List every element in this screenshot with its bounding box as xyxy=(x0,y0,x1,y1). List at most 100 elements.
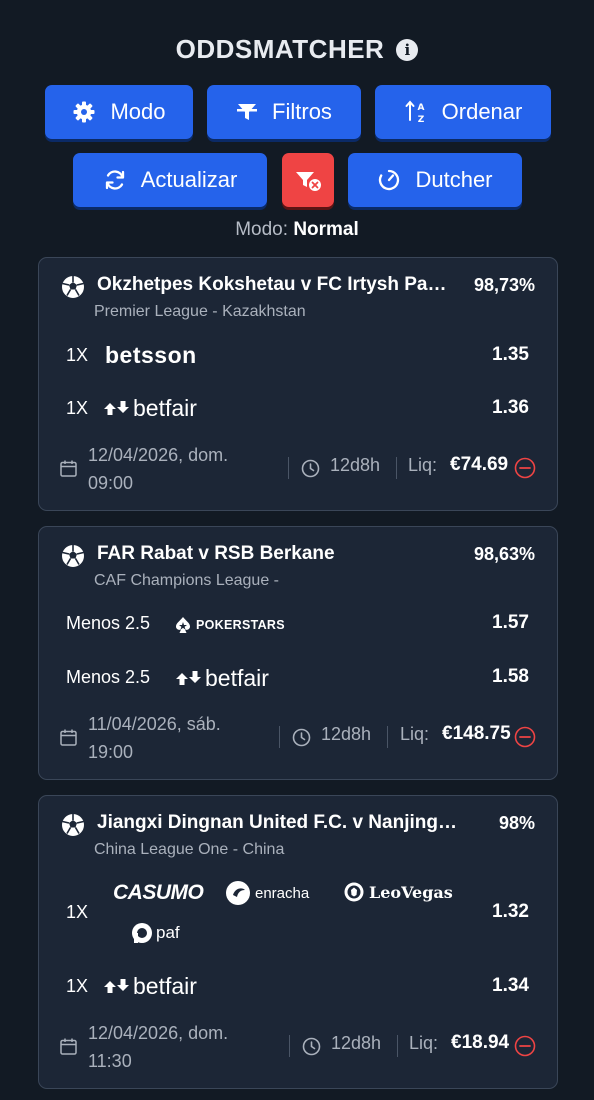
clock-icon xyxy=(302,1037,321,1056)
match-footer: 12/04/2026, dom. 11:30 12d8h Liq: €18.94 xyxy=(39,1019,559,1075)
divider xyxy=(288,457,289,479)
divider xyxy=(289,1035,290,1057)
calendar-icon xyxy=(60,1038,77,1055)
match-percentage: 98,63% xyxy=(473,544,535,564)
bookmaker-name: enracha xyxy=(255,884,310,902)
bet-label: 1X xyxy=(66,398,89,418)
dutcher-button-label: Dutcher xyxy=(415,167,493,192)
match-percentage: 98,73% xyxy=(473,275,535,295)
liquidity-label: Liq: xyxy=(400,724,430,744)
bet-label: 1X xyxy=(66,902,89,922)
modo-button[interactable]: Modo xyxy=(45,85,193,139)
bookmaker-name: paf xyxy=(156,923,180,942)
filter-icon xyxy=(237,104,258,120)
divider xyxy=(396,457,397,479)
bookmaker-name: betfair xyxy=(133,973,197,999)
match-card[interactable]: FAR Rabat v RSB Berkane 98,63% CAF Champ… xyxy=(38,526,558,780)
bookmaker-logo-betfair: betfair xyxy=(103,395,197,422)
time-remaining: 12d8h xyxy=(330,455,381,475)
league-name: China League One - China xyxy=(94,841,285,858)
match-date-time: 19:00 xyxy=(88,742,134,762)
bookmaker-logo-paf: paf xyxy=(131,922,180,944)
liquidity-value: €74.69 xyxy=(450,454,509,475)
calendar-icon xyxy=(60,729,77,746)
bet-label: Menos 2.5 xyxy=(66,613,151,633)
bookmaker-logo-leovegas: LeoVegas xyxy=(344,882,453,902)
modo-button-label: Modo xyxy=(110,99,166,124)
match-date-day: 11/04/2026, sáb. xyxy=(88,714,221,734)
dutcher-button[interactable]: Dutcher xyxy=(348,153,522,207)
filtros-button[interactable]: Filtros xyxy=(207,85,361,139)
ordenar-button[interactable]: A Z Ordenar xyxy=(375,85,551,139)
filter-clear-icon xyxy=(296,172,321,191)
bookmaker-name: POKERSTARS xyxy=(196,618,285,632)
refresh-icon xyxy=(105,170,124,190)
bet-odds: 1.58 xyxy=(492,666,529,687)
remove-icon[interactable] xyxy=(514,1035,536,1057)
remove-icon[interactable] xyxy=(514,726,536,748)
pokerstars-spade-icon xyxy=(176,617,190,633)
leovegas-lion-icon xyxy=(344,882,364,902)
remove-icon[interactable] xyxy=(514,457,536,479)
info-icon[interactable]: i xyxy=(396,38,419,61)
betfair-arrows-icon xyxy=(104,400,129,415)
svg-text:A: A xyxy=(417,103,424,113)
match-date: 11/04/2026, sáb. 19:00 xyxy=(88,710,221,766)
match-date-day: 12/04/2026, dom. xyxy=(88,1023,229,1043)
mode-label: Modo: xyxy=(235,219,289,240)
liquidity-label: Liq: xyxy=(409,1033,439,1053)
ordenar-button-label: Ordenar xyxy=(441,99,523,124)
gear-icon xyxy=(73,101,95,123)
actualizar-button[interactable]: Actualizar xyxy=(73,153,267,207)
bet-label: 1X xyxy=(66,976,89,996)
actualizar-button-label: Actualizar xyxy=(140,167,238,192)
divider xyxy=(387,726,388,748)
filtros-button-label: Filtros xyxy=(272,99,332,124)
bookmaker-logo-betsson: betsson xyxy=(105,342,197,368)
betfair-arrows-icon xyxy=(176,670,201,685)
match-card[interactable]: Okzhetpes Kokshetau v FC Irtysh Pavlodar… xyxy=(38,257,558,511)
bookmaker-name: betfair xyxy=(133,395,197,421)
paf-logo-icon xyxy=(132,923,152,943)
bookmaker-logo-enracha: enracha xyxy=(225,880,309,906)
soccer-ball-icon xyxy=(62,814,84,836)
liquidity-value: €148.75 xyxy=(442,723,511,744)
match-date-time: 09:00 xyxy=(88,473,134,493)
page-header: ODDSMATCHER i xyxy=(0,34,594,65)
page-title: ODDSMATCHER xyxy=(175,34,385,64)
clock-icon xyxy=(292,728,311,747)
timer-icon xyxy=(379,169,400,191)
bet-odds: 1.34 xyxy=(492,975,529,996)
bet-odds: 1.36 xyxy=(492,397,529,418)
match-date: 12/04/2026, dom. 09:00 xyxy=(88,441,228,497)
bet-odds: 1.57 xyxy=(492,612,529,633)
match-card[interactable]: Jiangxi Dingnan United F.C. v Nanjing Ci… xyxy=(38,795,558,1089)
clock-icon xyxy=(301,459,320,478)
clear-filters-button[interactable] xyxy=(282,153,334,207)
match-date-time: 11:30 xyxy=(88,1051,132,1071)
bookmaker-logo-betfair: betfair xyxy=(103,973,197,1000)
time-remaining: 12d8h xyxy=(331,1033,382,1053)
league-name: CAF Champions League - xyxy=(94,572,279,589)
match-footer: 11/04/2026, sáb. 19:00 12d8h Liq: €148.7… xyxy=(39,710,559,766)
match-footer: 12/04/2026, dom. 09:00 12d8h Liq: €74.69 xyxy=(39,441,559,497)
calendar-icon xyxy=(60,460,77,477)
mode-indicator: Modo: Normal xyxy=(0,219,594,241)
svg-text:Z: Z xyxy=(417,115,424,125)
liquidity-value: €18.94 xyxy=(451,1032,510,1053)
betfair-arrows-icon xyxy=(104,978,129,993)
bet-label: Menos 2.5 xyxy=(66,667,151,687)
divider xyxy=(279,726,280,748)
liquidity-label: Liq: xyxy=(408,455,438,475)
match-date-day: 12/04/2026, dom. xyxy=(88,445,229,465)
enracha-logo-icon xyxy=(226,881,250,905)
match-title: FAR Rabat v RSB Berkane xyxy=(97,543,335,564)
match-title: Okzhetpes Kokshetau v FC Irtysh Pavlodar xyxy=(97,274,457,295)
bet-odds: 1.35 xyxy=(492,344,529,365)
bookmaker-logo-casumo: CASUMO xyxy=(113,881,204,904)
soccer-ball-icon xyxy=(62,276,84,298)
sort-icon: A Z xyxy=(405,100,424,125)
bookmaker-logo-pokerstars: POKERSTARS xyxy=(175,616,285,634)
bookmaker-logo-betfair: betfair xyxy=(175,665,269,692)
bookmaker-name: betfair xyxy=(205,665,269,691)
